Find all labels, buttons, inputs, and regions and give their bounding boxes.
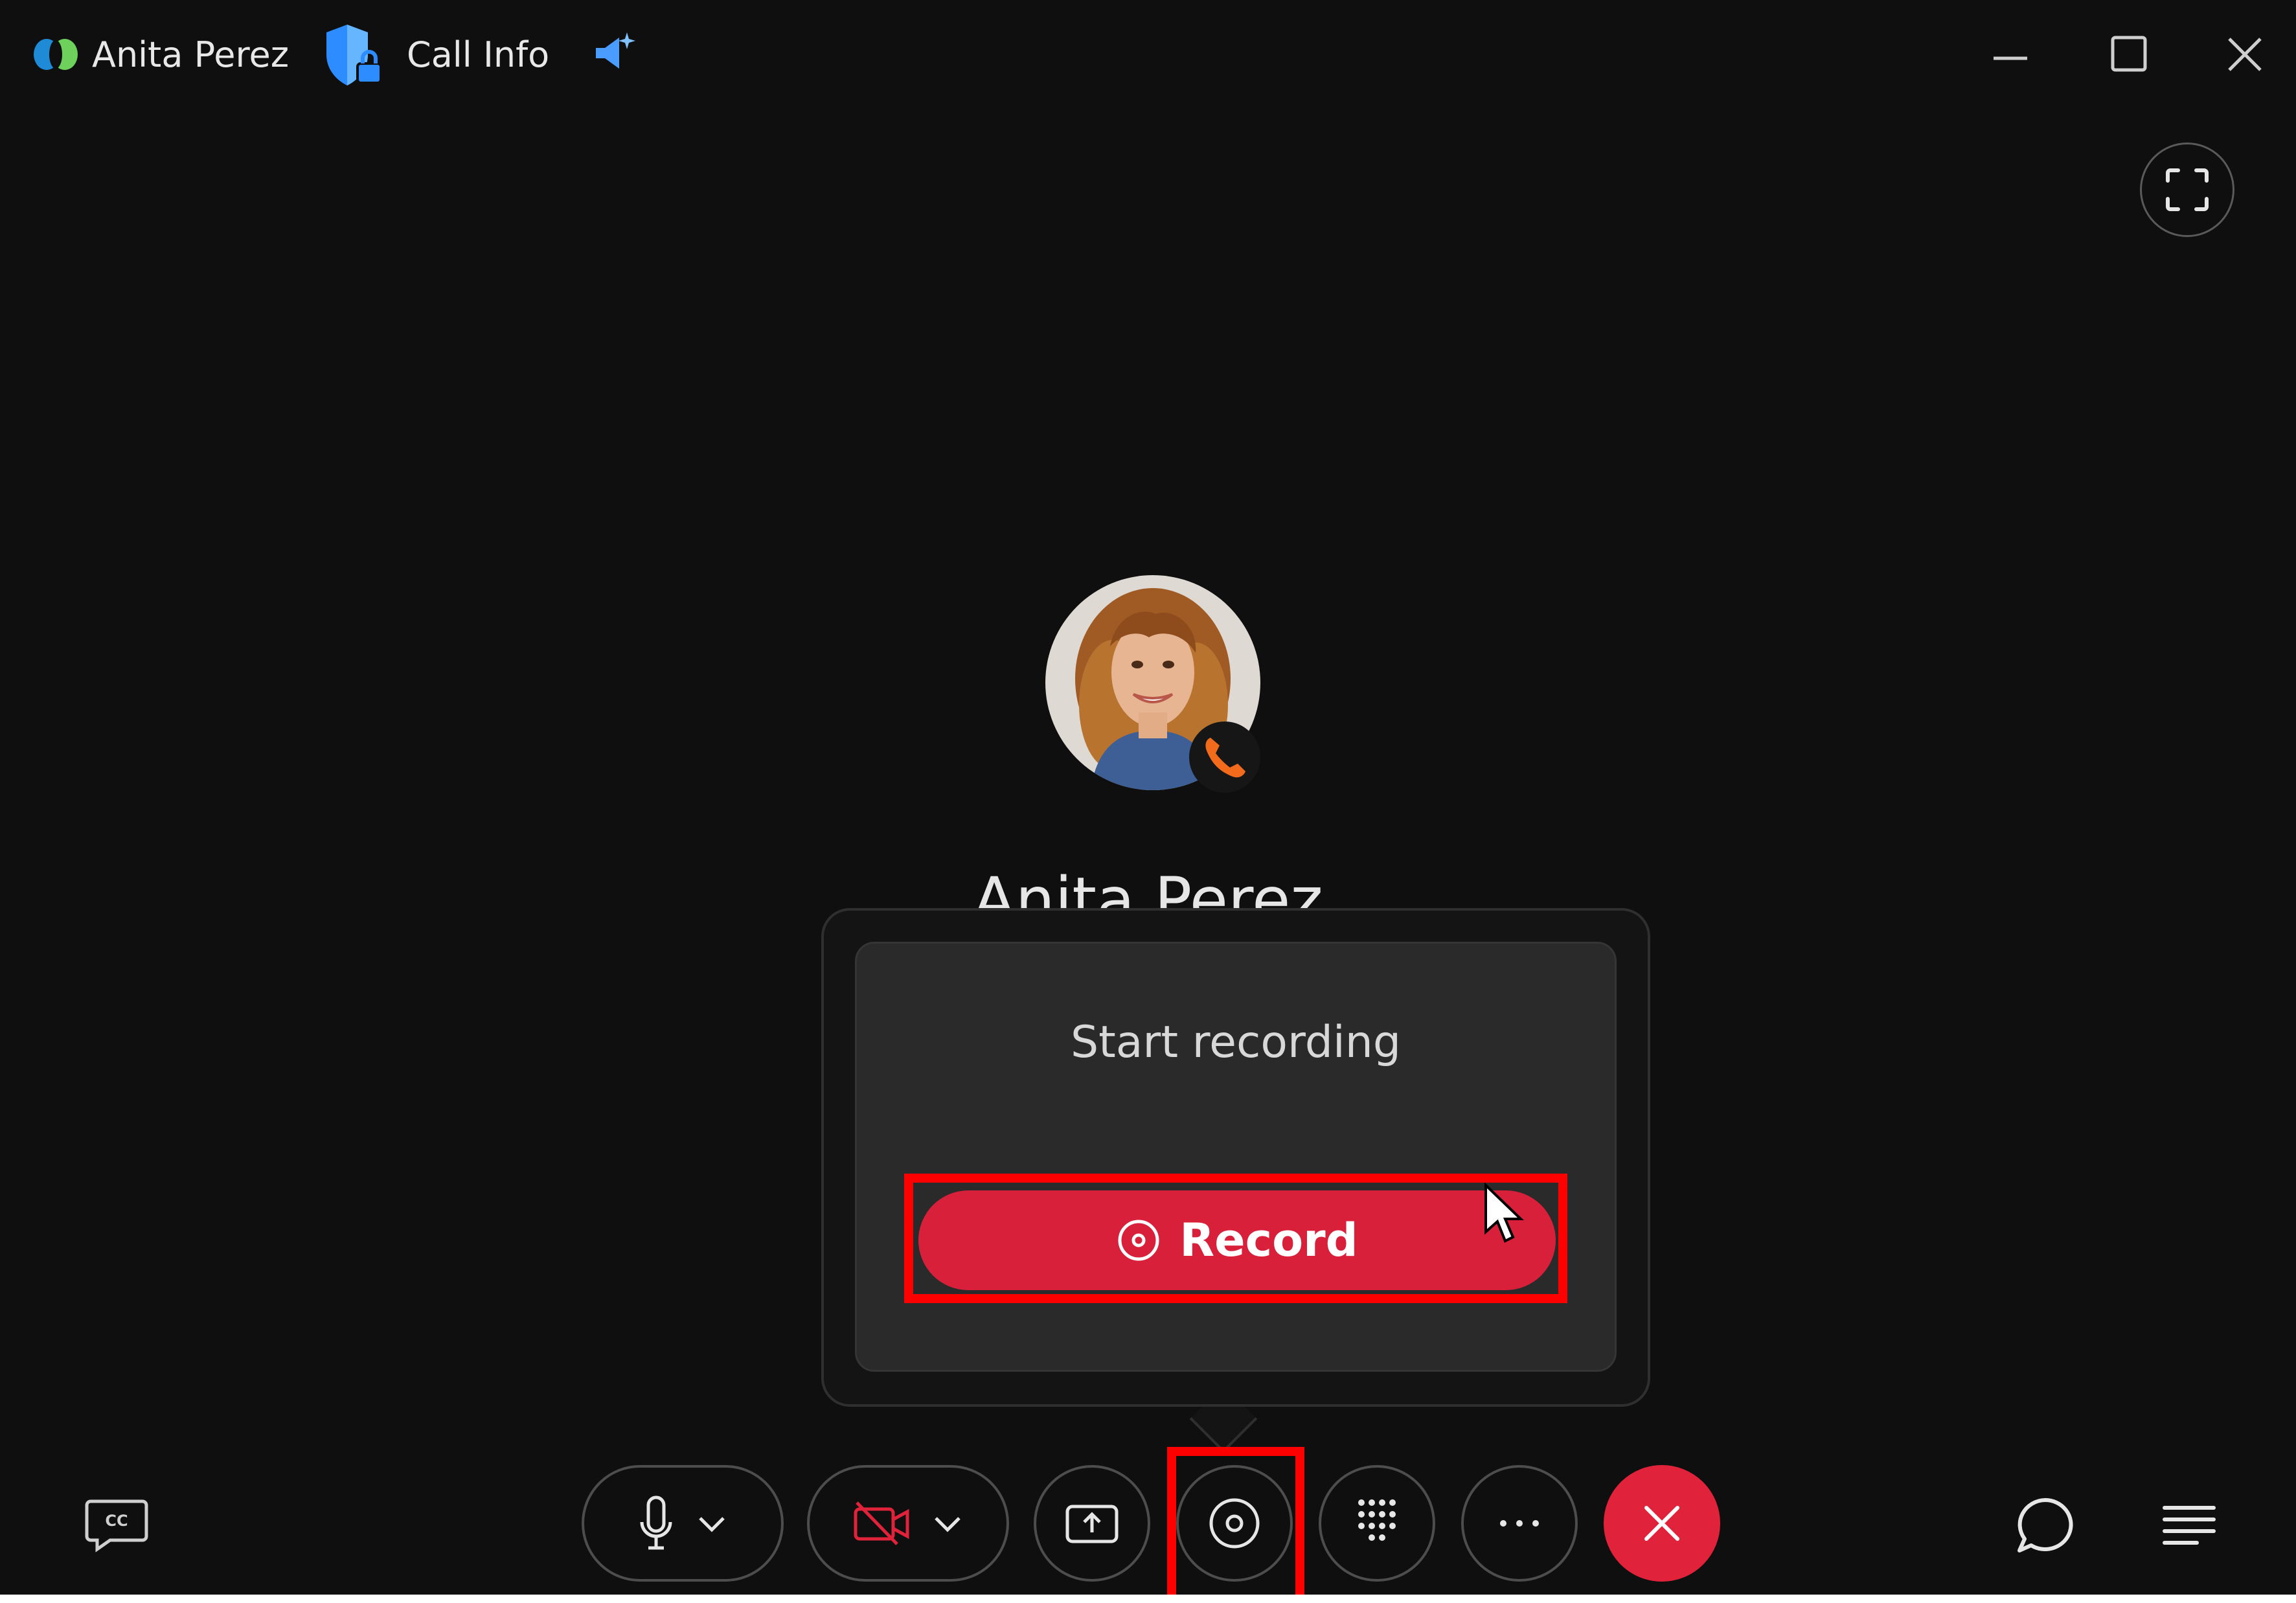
- secure-shield-lock-icon: [326, 25, 382, 85]
- more-icon: [1500, 1520, 1539, 1527]
- phone-icon: [1205, 738, 1245, 778]
- fullscreen-icon: [2166, 168, 2209, 211]
- fullscreen-button[interactable]: [2140, 142, 2234, 237]
- record-popover-card: Start recording: [855, 942, 1617, 1372]
- window-title-caller-name: Anita Perez: [92, 34, 290, 75]
- closed-captions-button[interactable]: CC: [84, 1496, 149, 1554]
- maximize-button[interactable]: [2102, 28, 2154, 80]
- close-window-button[interactable]: [2219, 28, 2271, 80]
- closed-captions-icon: CC: [85, 1499, 148, 1552]
- video-off-icon: [854, 1501, 909, 1545]
- record-control-highlight: [1167, 1447, 1304, 1595]
- keypad-button[interactable]: [1319, 1465, 1435, 1582]
- chat-button[interactable]: [2013, 1494, 2078, 1558]
- call-status-badge: [1189, 722, 1260, 793]
- microphone-button[interactable]: [582, 1465, 784, 1582]
- close-icon: [2228, 38, 2262, 71]
- share-screen-icon: [1065, 1505, 1119, 1543]
- participants-list-icon: [2163, 1506, 2216, 1545]
- minimize-icon: [1994, 56, 2027, 60]
- popover-title: Start recording: [1070, 1017, 1402, 1068]
- title-bar: Anita Perez Call Info: [0, 0, 2296, 117]
- call-info-label: Call Info: [407, 34, 550, 75]
- chevron-down-icon[interactable]: [695, 1506, 729, 1540]
- minimize-button[interactable]: [1984, 28, 2036, 80]
- call-window: Anita Perez Call Info Anita Perez Start …: [0, 0, 2296, 1595]
- more-options-button[interactable]: [1461, 1465, 1578, 1582]
- call-info-button[interactable]: Call Info: [321, 21, 554, 92]
- ai-assistant-sparkle-icon[interactable]: [589, 28, 639, 78]
- chevron-down-icon[interactable]: [931, 1506, 964, 1540]
- end-call-button[interactable]: [1604, 1465, 1720, 1582]
- webex-logo-icon: [34, 39, 78, 70]
- share-screen-button[interactable]: [1034, 1465, 1150, 1582]
- maximize-icon: [2111, 36, 2147, 72]
- chat-icon: [2018, 1498, 2073, 1552]
- record-button-highlight: [904, 1174, 1567, 1303]
- microphone-icon: [640, 1495, 672, 1550]
- participants-list-button[interactable]: [2158, 1495, 2220, 1557]
- end-call-icon: [1644, 1506, 1679, 1541]
- keypad-icon: [1358, 1499, 1396, 1541]
- svg-text:CC: CC: [105, 1512, 128, 1530]
- video-button[interactable]: [807, 1465, 1009, 1582]
- mouse-cursor-icon: [1484, 1183, 1524, 1243]
